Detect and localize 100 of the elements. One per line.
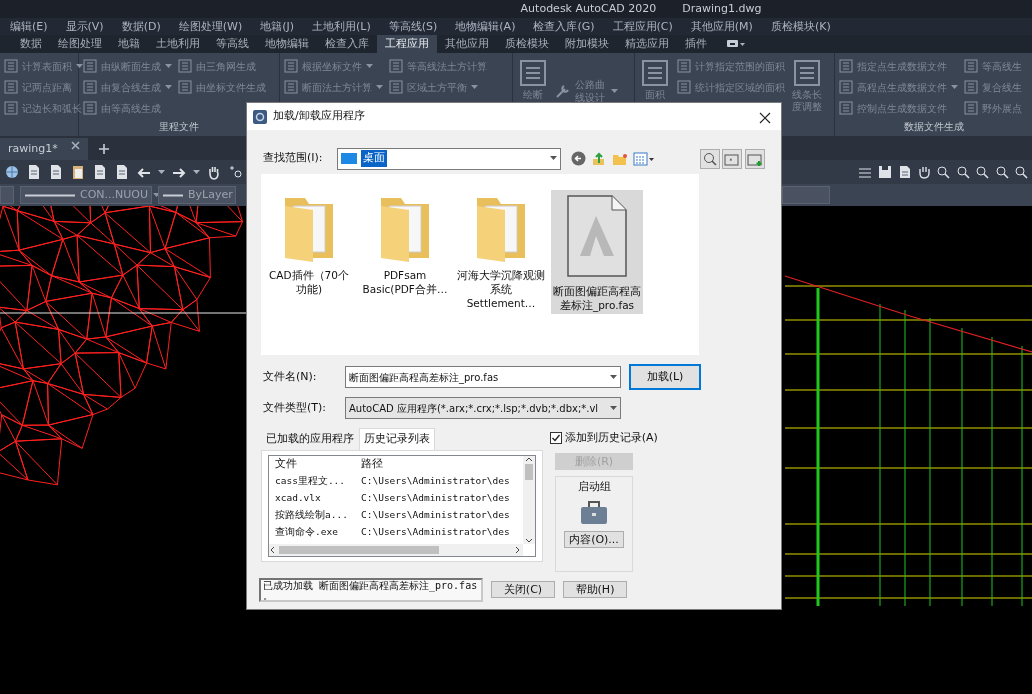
dialog-tab[interactable]: 历史记录列表 — [359, 428, 435, 450]
ribbon-tab[interactable]: 工程应用 — [377, 35, 437, 53]
ribbon-tab[interactable]: 检查入库 — [317, 35, 377, 53]
table-cell-text: 查询命令.exe — [274, 524, 339, 539]
close-dialog-button[interactable]: 关闭(C) — [491, 581, 555, 598]
checkbox-icon[interactable] — [550, 432, 562, 445]
menu-item[interactable]: 地籍(J) — [260, 18, 294, 35]
document-icon[interactable] — [114, 164, 130, 180]
horizontal-scrollbar[interactable] — [269, 543, 523, 556]
menu-item[interactable]: 数据(D) — [121, 18, 161, 35]
hand-icon[interactable] — [916, 165, 931, 179]
status-message: 已成功加载 断面图偏距高程高差标注_pro.fas 。 — [259, 577, 483, 602]
menu-item[interactable]: 其他应用(M) — [690, 18, 753, 35]
zoom-icon[interactable] — [228, 164, 244, 180]
field-label: 查找范围(I): — [263, 150, 323, 167]
favorites-folder-icon — [724, 151, 741, 166]
table-cell-text: C:\Users\Administrator\des — [360, 473, 511, 488]
vertical-scrollbar[interactable] — [523, 455, 535, 544]
file-item[interactable]: CAD插件（70个功能) — [263, 190, 355, 299]
save-icon[interactable] — [877, 165, 892, 179]
caret-icon — [193, 169, 200, 175]
close-icon — [759, 111, 771, 124]
close-icon[interactable] — [71, 141, 80, 150]
add-folder-button[interactable] — [745, 148, 765, 169]
zoom-icon[interactable] — [975, 165, 989, 179]
search-button[interactable] — [699, 148, 720, 169]
up-arrow-icon[interactable] — [591, 151, 607, 166]
ribbon-tab[interactable]: 等高线 — [208, 35, 257, 53]
document-icon[interactable] — [26, 164, 42, 180]
zoom-icon[interactable] — [936, 165, 950, 179]
menu-item[interactable]: 质检模块(K) — [770, 18, 831, 35]
table-cell-text: C:\Users\Administrator\des — [360, 507, 511, 522]
ribbon-tab[interactable]: 其他应用 — [437, 35, 497, 53]
panel-title: 数据文件生成 — [902, 120, 965, 134]
document-icon[interactable] — [48, 164, 64, 180]
caret-icon — [610, 374, 617, 380]
app-title: Autodesk AutoCAD 2020 — [520, 1, 657, 17]
line-sample-icon — [163, 193, 183, 197]
caret-icon — [153, 192, 161, 198]
menu-item[interactable]: 绘图处理(W) — [178, 18, 243, 35]
field-label: 文件名(N): — [263, 368, 318, 385]
view-menu-icon[interactable] — [633, 151, 656, 166]
file-name-field[interactable]: 断面图偏距高程高差标注_pro.fas — [345, 366, 621, 388]
table-cell-text: cass里程文... — [274, 473, 347, 488]
color-dropdown[interactable] — [782, 186, 830, 204]
zoom-icon[interactable] — [994, 165, 1009, 179]
file-item[interactable]: 断面图偏距高程高差标注_pro.fas — [551, 190, 643, 315]
ribbon-tab[interactable]: 地籍 — [110, 35, 148, 53]
zoom-icon[interactable] — [1014, 165, 1028, 179]
load-button[interactable]: 加载(L) — [629, 364, 701, 390]
ribbon-tab[interactable]: 精选应用 — [617, 35, 677, 53]
file-item[interactable]: PDFsam Basic(PDF合并… — [359, 190, 451, 299]
zoom-icon[interactable] — [955, 165, 970, 179]
wrench-icon — [555, 83, 571, 99]
hand-icon[interactable] — [206, 164, 222, 180]
menu-item[interactable]: 地物编辑(A) — [455, 18, 516, 35]
line-sample-icon — [25, 193, 75, 197]
table-cell-text: C:\Users\Administrator\des — [360, 490, 511, 505]
add-tab-icon[interactable] — [98, 143, 110, 155]
ribbon-tab[interactable]: 地物编辑 — [257, 35, 317, 53]
file-item[interactable]: 河海大学沉降观测系统Settlement… — [455, 190, 547, 313]
ribbon-tab[interactable]: 质检模块 — [497, 35, 557, 53]
scrollbar-thumb[interactable] — [525, 463, 533, 480]
column-header[interactable]: 路径 — [355, 455, 523, 473]
dialog-tab[interactable]: 已加载的应用程序 — [261, 428, 359, 450]
menu-item[interactable]: 工程应用(C) — [612, 18, 673, 35]
search-icon — [701, 151, 718, 166]
menu-item[interactable]: 编辑(E) — [10, 18, 48, 35]
ribbon-tab[interactable]: 插件 — [677, 35, 715, 53]
menu-item[interactable]: 土地利用(L) — [312, 18, 371, 35]
document-title: Drawing1.dwg — [682, 1, 762, 17]
scrollbar-thumb[interactable] — [279, 545, 439, 554]
menu-item[interactable]: 等高线(S) — [388, 18, 438, 35]
document-icon[interactable] — [92, 164, 108, 180]
help-button[interactable]: 帮助(H) — [563, 581, 627, 598]
briefcase-icon — [580, 501, 608, 525]
ribbon-tab[interactable]: 土地利用 — [148, 35, 208, 53]
group-title: 启动组 — [577, 478, 611, 495]
caret-icon — [158, 169, 165, 175]
application-icon — [253, 109, 267, 124]
ribbon-tab[interactable]: 数据 — [12, 35, 50, 53]
caret-icon — [610, 405, 617, 411]
menu-item[interactable]: 显示(V) — [65, 18, 104, 35]
contents-button[interactable]: 内容(O)... — [564, 531, 624, 548]
ribbon-tab[interactable]: 附加模块 — [557, 35, 617, 53]
column-header[interactable]: 文件 — [269, 455, 355, 473]
file-type-dropdown[interactable]: AutoCAD 应用程序(*.arx;*.crx;*.lsp;*.dvb;*.dbx;*.vl — [345, 397, 621, 419]
down-chevron-icon — [525, 537, 533, 544]
menu-item[interactable]: 检查入库(G) — [533, 18, 595, 35]
history-checkbox[interactable]: 添加到历史记录(A) — [550, 430, 658, 447]
dialog-title: 加载/卸载应用程序 — [273, 108, 365, 125]
panel-title: 里程文件 — [158, 120, 200, 134]
clipboard-icon[interactable] — [70, 164, 86, 180]
field-label: 文件类型(T): — [263, 399, 327, 416]
document-tab[interactable]: rawing1* — [0, 138, 88, 160]
folder-icon[interactable] — [611, 151, 628, 166]
document-icon[interactable] — [897, 165, 911, 179]
globe-icon[interactable] — [4, 164, 20, 180]
ribbon-tab[interactable]: 绘图处理 — [50, 35, 110, 53]
look-in-dropdown[interactable]: 桌面 — [336, 147, 561, 170]
